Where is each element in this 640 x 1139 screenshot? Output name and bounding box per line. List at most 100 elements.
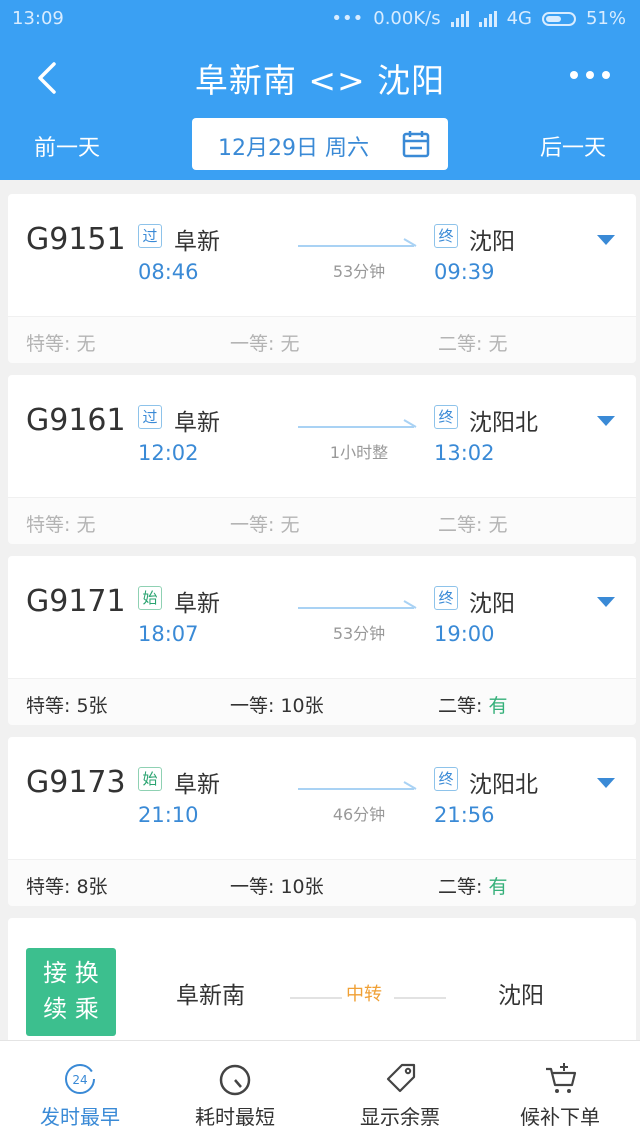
arrive-time: 21:56	[434, 803, 495, 827]
arrow-icon	[298, 238, 417, 247]
duration: 53分钟	[332, 262, 386, 281]
seat-availability: 特等: 无 一等: 无 二等: 无	[8, 316, 636, 363]
terminal-tag: 终	[434, 586, 458, 610]
terminal-tag: 终	[434, 405, 458, 429]
tab-show-remaining[interactable]: 显示余票	[320, 1041, 480, 1139]
transfer-from: 阜新南	[176, 983, 245, 1009]
seat-second: 二等: 无	[438, 333, 508, 355]
arrive-time: 13:02	[434, 441, 495, 465]
back-arrow-icon[interactable]	[30, 58, 70, 98]
duration: 1小时整	[329, 443, 389, 462]
pass-tag: 过	[138, 405, 162, 429]
origin-tag: 始	[138, 767, 162, 791]
stopwatch-icon	[219, 1064, 251, 1096]
cart-plus-icon	[546, 1063, 577, 1093]
seat-business: 特等: 无	[26, 333, 96, 355]
seat-business: 特等: 5张	[26, 695, 108, 717]
status-dots: •••	[331, 8, 364, 29]
train-card[interactable]: G9173 始 阜新 21:10 46分钟 终 沈阳北 21:56 特等: 8张…	[8, 737, 636, 906]
depart-station: 阜新	[174, 591, 220, 617]
seat-first: 一等: 无	[230, 514, 300, 536]
calendar-icon	[402, 131, 430, 158]
arrow-icon	[298, 419, 417, 428]
arrive-time: 09:39	[434, 260, 495, 284]
battery-level: 51%	[585, 8, 626, 29]
duration: 46分钟	[332, 805, 386, 824]
clock-24-icon: 24	[65, 1064, 95, 1094]
train-number: G9151	[26, 222, 126, 257]
train-card[interactable]: G9151 过 阜新 08:46 53分钟 终 沈阳 09:39 特等: 无 一…	[8, 194, 636, 363]
status-right: ••• 0.00K/s 4G 51%	[331, 8, 626, 29]
expand-icon[interactable]	[597, 235, 615, 245]
arrow-icon	[298, 600, 417, 609]
expand-icon[interactable]	[597, 778, 615, 788]
depart-station: 阜新	[174, 772, 220, 798]
seat-availability: 特等: 无 一等: 无 二等: 无	[8, 497, 636, 544]
seat-availability: 特等: 5张 一等: 10张 二等: 有	[8, 678, 636, 725]
arrive-station: 沈阳	[469, 591, 515, 617]
ticket-tag-icon	[386, 1063, 416, 1093]
train-number: G9161	[26, 403, 126, 438]
seat-business: 特等: 无	[26, 514, 96, 536]
origin-tag: 始	[138, 586, 162, 610]
next-day-button[interactable]: 后一天	[540, 130, 606, 162]
terminal-tag: 终	[434, 767, 458, 791]
tab-label: 耗时最短	[195, 1105, 275, 1129]
transfer-line	[290, 997, 342, 999]
seat-availability: 特等: 8张 一等: 10张 二等: 有	[8, 859, 636, 906]
header: 阜新南 <> 沈阳 前一天 12月29日 周六 后一天	[0, 38, 640, 180]
duration: 53分钟	[332, 624, 386, 643]
tab-label: 显示余票	[360, 1105, 440, 1129]
tab-label: 候补下单	[520, 1105, 600, 1129]
seat-first: 一等: 10张	[230, 695, 324, 717]
arrive-station: 沈阳	[469, 229, 515, 255]
arrive-station: 沈阳北	[469, 772, 538, 798]
terminal-tag: 终	[434, 224, 458, 248]
battery-icon	[541, 11, 576, 26]
route-title: 阜新南 <> 沈阳	[194, 61, 446, 100]
seat-second: 二等: 无	[438, 514, 508, 536]
depart-time: 08:46	[138, 260, 199, 284]
seat-second: 二等: 有	[438, 876, 508, 898]
transfer-badge: 接 换 续 乘	[26, 948, 116, 1036]
train-number: G9171	[26, 584, 126, 619]
expand-icon[interactable]	[597, 597, 615, 607]
tab-label: 发时最早	[40, 1105, 120, 1129]
more-options-icon[interactable]	[570, 71, 610, 79]
pass-tag: 过	[138, 224, 162, 248]
depart-time: 18:07	[138, 622, 199, 646]
transfer-line	[394, 997, 446, 999]
network-speed: 0.00K/s	[373, 8, 441, 29]
seat-first: 一等: 无	[230, 333, 300, 355]
train-card[interactable]: G9161 过 阜新 12:02 1小时整 终 沈阳北 13:02 特等: 无 …	[8, 375, 636, 544]
signal-icon	[450, 10, 469, 27]
tab-shortest-duration[interactable]: 耗时最短	[155, 1041, 315, 1139]
seat-business: 特等: 8张	[26, 876, 108, 898]
bottom-tab-bar: 24 发时最早 耗时最短 显示余票 候补下单	[0, 1040, 640, 1139]
signal-icon-2	[478, 10, 497, 27]
clock-24-icon-label: 24	[72, 1073, 87, 1087]
transfer-card[interactable]: 接 换 续 乘 阜新南 中转 沈阳	[8, 918, 636, 1044]
seat-second: 二等: 有	[438, 695, 508, 717]
arrive-time: 19:00	[434, 622, 495, 646]
seat-first: 一等: 10张	[230, 876, 324, 898]
depart-station: 阜新	[174, 410, 220, 436]
depart-station: 阜新	[174, 229, 220, 255]
train-card[interactable]: G9171 始 阜新 18:07 53分钟 终 沈阳 19:00 特等: 5张 …	[8, 556, 636, 725]
date-picker[interactable]: 12月29日 周六	[192, 118, 448, 170]
depart-time: 21:10	[138, 803, 199, 827]
prev-day-button[interactable]: 前一天	[34, 130, 100, 162]
tab-waitlist-order[interactable]: 候补下单	[480, 1041, 640, 1139]
transfer-via: 中转	[346, 984, 382, 1005]
status-time: 13:09	[12, 8, 64, 29]
status-bar: 13:09 ••• 0.00K/s 4G 51%	[0, 0, 640, 38]
network-type: 4G	[506, 8, 532, 29]
arrow-icon	[298, 781, 417, 790]
tab-earliest-departure[interactable]: 24 发时最早	[0, 1041, 160, 1139]
date-text: 12月29日 周六	[218, 136, 369, 161]
expand-icon[interactable]	[597, 416, 615, 426]
train-number: G9173	[26, 765, 126, 800]
arrive-station: 沈阳北	[469, 410, 538, 436]
depart-time: 12:02	[138, 441, 199, 465]
transfer-to: 沈阳	[498, 983, 544, 1009]
